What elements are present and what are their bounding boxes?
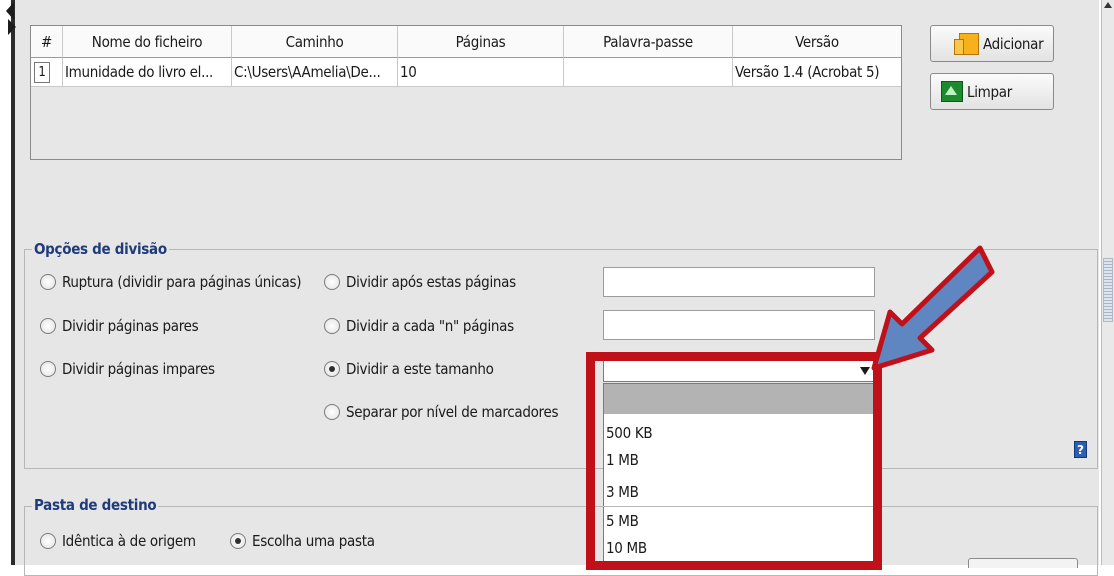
column-header-password[interactable]: Palavra-passe	[564, 26, 733, 58]
table-cell-filename[interactable]: Imunidade do livro el...	[63, 58, 232, 87]
radio-split-even-label: Dividir páginas pares	[62, 317, 199, 335]
radio-button-selected-icon[interactable]	[230, 533, 246, 549]
scrollbar-thumb[interactable]	[1103, 258, 1113, 322]
add-file-icon	[954, 32, 979, 55]
split-after-pages-input[interactable]	[603, 267, 875, 297]
split-every-n-input[interactable]	[603, 310, 875, 340]
radio-split-size-label: Dividir a este tamanho	[346, 360, 494, 378]
radio-choose-folder-label: Escolha uma pasta	[252, 532, 375, 550]
radio-split-odd-label: Dividir páginas impares	[62, 360, 215, 378]
destination-folder-legend: Pasta de destino	[32, 496, 159, 514]
radio-same-as-source-label: Idêntica à de origem	[62, 532, 196, 550]
radio-burst-label: Ruptura (dividir para páginas únicas)	[62, 273, 302, 291]
radio-choose-folder[interactable]: Escolha uma pasta	[230, 532, 375, 550]
radio-button-icon[interactable]	[40, 533, 56, 549]
radio-burst[interactable]: Ruptura (dividir para páginas únicas)	[40, 273, 302, 291]
radio-button-icon[interactable]	[324, 274, 340, 290]
table-row-index-cell[interactable]: 1	[31, 58, 63, 87]
radio-split-bookmarks[interactable]: Separar por nível de marcadores	[324, 403, 559, 421]
radio-button-icon[interactable]	[40, 274, 56, 290]
radio-split-after-pages-label: Dividir após estas páginas	[346, 273, 516, 291]
radio-split-even[interactable]: Dividir páginas pares	[40, 317, 199, 335]
radio-split-bookmarks-label: Separar por nível de marcadores	[346, 403, 559, 421]
radio-same-as-source[interactable]: Idêntica à de origem	[40, 532, 196, 550]
radio-split-odd[interactable]: Dividir páginas impares	[40, 360, 215, 378]
add-button-label: Adicionar	[983, 34, 1044, 53]
row-index: 1	[34, 61, 50, 83]
radio-button-icon[interactable]	[40, 361, 56, 377]
table-cell-password[interactable]	[564, 58, 733, 87]
radio-split-every-n-label: Dividir a cada "n" páginas	[346, 317, 514, 335]
column-header-pages[interactable]: Páginas	[398, 26, 564, 58]
clear-list-icon	[941, 81, 963, 102]
help-icon[interactable]: ?	[1074, 441, 1087, 458]
radio-split-size[interactable]: Dividir a este tamanho	[324, 360, 494, 378]
clear-button[interactable]: Limpar	[930, 73, 1054, 110]
scroll-up-icon[interactable]	[1104, 2, 1112, 8]
split-options-legend: Opções de divisão	[32, 240, 169, 258]
column-header-path[interactable]: Caminho	[232, 26, 398, 58]
left-rail	[11, 0, 15, 565]
radio-split-every-n[interactable]: Dividir a cada "n" páginas	[324, 317, 514, 335]
table-cell-pages[interactable]: 10	[398, 58, 564, 87]
radio-button-icon[interactable]	[324, 404, 340, 420]
pointer-arrow-icon	[871, 245, 995, 371]
highlight-box	[586, 352, 882, 570]
column-header-filename[interactable]: Nome do ficheiro	[63, 26, 232, 58]
radio-button-icon[interactable]	[324, 318, 340, 334]
add-button[interactable]: Adicionar	[930, 25, 1054, 62]
column-header-version[interactable]: Versão	[733, 26, 901, 58]
table-cell-version[interactable]: Versão 1.4 (Acrobat 5)	[733, 58, 901, 87]
collapse-left-icon[interactable]	[6, 2, 14, 20]
column-header-index[interactable]: #	[31, 26, 63, 58]
clear-button-label: Limpar	[967, 82, 1012, 101]
radio-split-after-pages[interactable]: Dividir após estas páginas	[324, 273, 516, 291]
browse-button[interactable]	[968, 558, 1078, 568]
radio-button-icon[interactable]	[40, 318, 56, 334]
expand-right-icon[interactable]	[8, 19, 16, 35]
file-table[interactable]: # Nome do ficheiro Caminho Páginas Palav…	[30, 25, 902, 160]
radio-button-selected-icon[interactable]	[324, 361, 340, 377]
table-cell-path[interactable]: C:\Users\AAmelia\De...	[232, 58, 398, 87]
